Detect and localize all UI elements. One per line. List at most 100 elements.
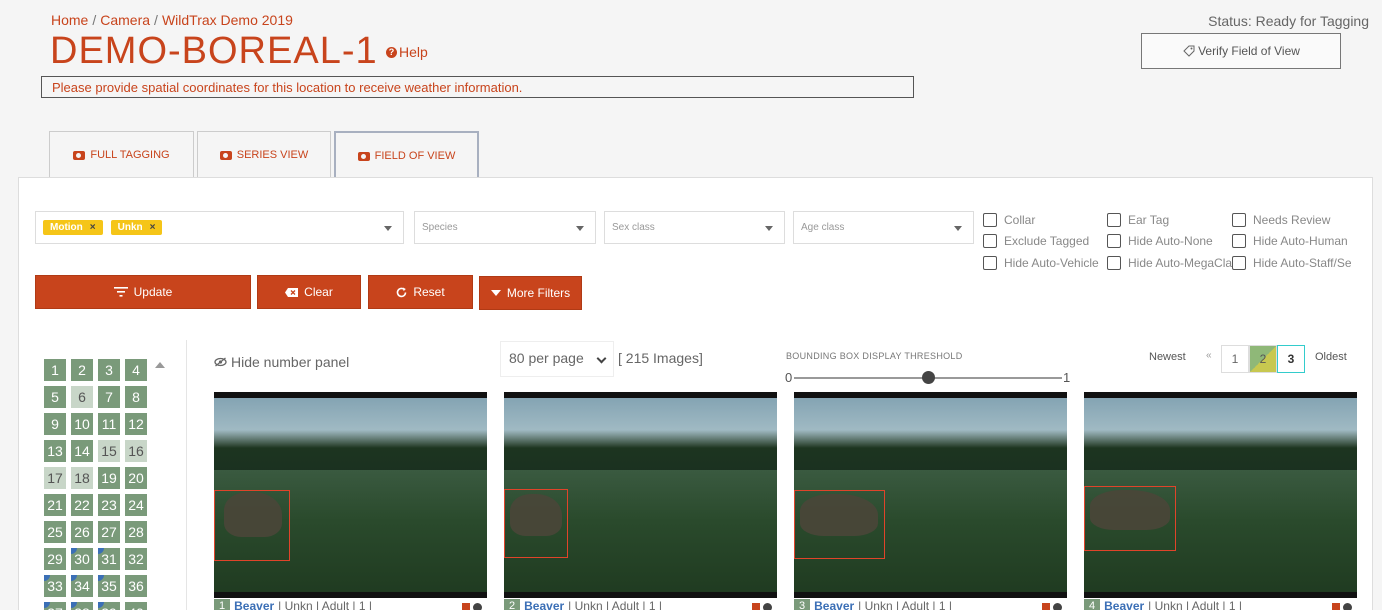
number-tile[interactable]: 39 [98,602,120,610]
number-tile[interactable]: 2 [71,359,93,381]
pagination-oldest[interactable]: Oldest [1315,351,1347,363]
exclude-tagged-checkbox[interactable]: Exclude Tagged [983,234,1089,248]
number-tile[interactable]: 11 [98,413,120,435]
page-3[interactable]: 3 [1277,345,1305,373]
filter-chip[interactable]: Unkn × [110,220,163,235]
number-tile[interactable]: 22 [71,494,93,516]
checkbox-box[interactable] [1232,213,1246,227]
number-tile[interactable]: 33 [44,575,66,597]
collar-checkbox[interactable]: Collar [983,213,1035,227]
ear-tag-checkbox[interactable]: Ear Tag [1107,213,1169,227]
checkbox-box[interactable] [1232,256,1246,270]
number-tile[interactable]: 8 [125,386,147,408]
number-tile[interactable]: 25 [44,521,66,543]
number-tile[interactable]: 4 [125,359,147,381]
trash-icon[interactable] [752,603,760,610]
hide-auto-vehicle-checkbox[interactable]: Hide Auto-Vehicle [983,256,1099,270]
clear-button[interactable]: Clear [257,275,361,309]
checkbox-box[interactable] [1107,256,1121,270]
info-icon[interactable] [763,603,772,610]
age-class-select[interactable]: Age class [793,211,974,244]
number-tile[interactable]: 30 [71,548,93,570]
trash-icon[interactable] [462,603,470,610]
checkbox-box[interactable] [983,256,997,270]
number-tile[interactable]: 13 [44,440,66,462]
info-icon[interactable] [1053,603,1062,610]
number-tile[interactable]: 15 [98,440,120,462]
number-tile[interactable]: 26 [71,521,93,543]
image-thumbnail[interactable] [214,392,487,598]
remove-icon[interactable]: × [90,222,96,233]
number-tile[interactable]: 1 [44,359,66,381]
number-tile[interactable]: 9 [44,413,66,435]
checkbox-box[interactable] [983,213,997,227]
checkbox-box[interactable] [1107,213,1121,227]
number-tile[interactable]: 37 [44,602,66,610]
hide-auto-megacla-checkbox[interactable]: Hide Auto-MegaCla [1107,256,1234,270]
number-tile[interactable]: 23 [98,494,120,516]
tab-series-view[interactable]: SERIES VIEW [197,131,331,178]
number-tile[interactable]: 20 [125,467,147,489]
pagination-prev[interactable]: « [1206,350,1212,361]
number-tile[interactable]: 31 [98,548,120,570]
help-link[interactable]: ? Help [386,44,428,60]
number-tile[interactable]: 28 [125,521,147,543]
number-tile[interactable]: 21 [44,494,66,516]
number-tile[interactable]: 7 [98,386,120,408]
number-tile[interactable]: 40 [125,602,147,610]
number-tile[interactable]: 29 [44,548,66,570]
number-tile[interactable]: 16 [125,440,147,462]
per-page-select[interactable]: 80 per page [500,341,614,377]
info-icon[interactable] [473,603,482,610]
hide-number-panel-toggle[interactable]: Hide number panel [214,354,349,370]
more-filters-button[interactable]: More Filters [479,276,582,310]
number-tile[interactable]: 12 [125,413,147,435]
slider-handle[interactable] [922,371,935,384]
scroll-up-icon[interactable] [155,362,165,368]
trash-icon[interactable] [1332,603,1340,610]
number-tile[interactable]: 27 [98,521,120,543]
number-tile[interactable]: 24 [125,494,147,516]
breadcrumb-camera[interactable]: Camera [100,12,150,28]
number-tile[interactable]: 6 [71,386,93,408]
number-tile[interactable]: 17 [44,467,66,489]
tag-filter-select[interactable]: Motion × Unkn × [35,211,404,244]
number-tile[interactable]: 14 [71,440,93,462]
number-tile[interactable]: 5 [44,386,66,408]
hide-auto-none-checkbox[interactable]: Hide Auto-None [1107,234,1213,248]
needs-review-checkbox[interactable]: Needs Review [1232,213,1330,227]
page-1[interactable]: 1 [1221,345,1249,373]
trash-icon[interactable] [1042,603,1050,610]
number-tile[interactable]: 35 [98,575,120,597]
tab-field-of-view[interactable]: FIELD OF VIEW [334,131,479,179]
number-tile[interactable]: 36 [125,575,147,597]
reset-button[interactable]: Reset [368,275,473,309]
species-link[interactable]: Beaver [1104,599,1144,610]
species-link[interactable]: Beaver [814,599,854,610]
number-tile[interactable]: 18 [71,467,93,489]
number-tile[interactable]: 32 [125,548,147,570]
species-link[interactable]: Beaver [524,599,564,610]
hide-auto-staff-checkbox[interactable]: Hide Auto-Staff/Se [1232,256,1356,270]
update-button[interactable]: Update [35,275,251,309]
image-thumbnail[interactable] [1084,392,1357,598]
breadcrumb-home[interactable]: Home [51,12,88,28]
number-tile[interactable]: 34 [71,575,93,597]
number-tile[interactable]: 38 [71,602,93,610]
checkbox-box[interactable] [983,234,997,248]
number-tile[interactable]: 10 [71,413,93,435]
number-tile[interactable]: 3 [98,359,120,381]
breadcrumb-project[interactable]: WildTrax Demo 2019 [162,12,293,28]
verify-field-of-view-button[interactable]: Verify Field of View [1141,33,1341,69]
pagination-newest[interactable]: Newest [1149,351,1186,363]
checkbox-box[interactable] [1232,234,1246,248]
hide-auto-human-checkbox[interactable]: Hide Auto-Human [1232,234,1348,248]
tab-full-tagging[interactable]: FULL TAGGING [49,131,194,178]
remove-icon[interactable]: × [150,222,156,233]
filter-chip[interactable]: Motion × [43,220,103,235]
sex-class-select[interactable]: Sex class [604,211,785,244]
checkbox-box[interactable] [1107,234,1121,248]
species-select[interactable]: Species [414,211,596,244]
image-thumbnail[interactable] [794,392,1067,598]
number-tile[interactable]: 19 [98,467,120,489]
